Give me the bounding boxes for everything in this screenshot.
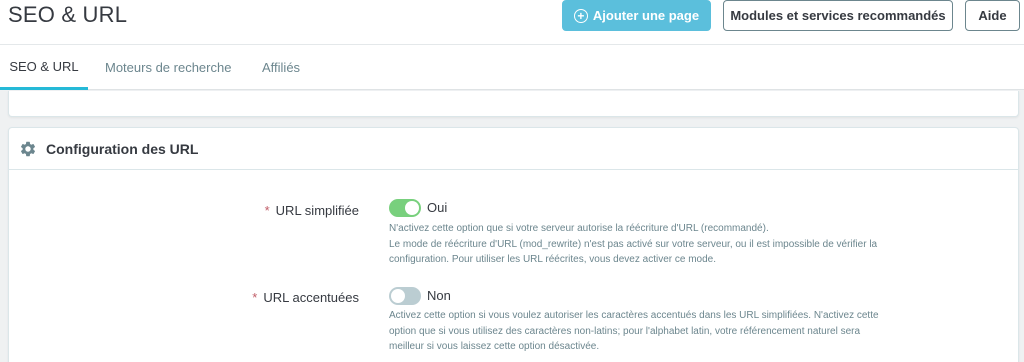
help-label: Aide bbox=[978, 8, 1007, 23]
help-line: configuration. Pour utiliser les URL réé… bbox=[389, 254, 716, 265]
previous-panel-bottom bbox=[8, 91, 1019, 117]
help-button[interactable]: Aide bbox=[965, 0, 1020, 31]
tab-affiliates[interactable]: Affiliés bbox=[262, 45, 300, 90]
help-line: option que si vous utilisez des caractèr… bbox=[389, 325, 861, 337]
friendly-url-help: N'activez cette option que si votre serv… bbox=[389, 221, 919, 268]
panel-title: Configuration des URL bbox=[46, 140, 199, 157]
tab-affiliates-label: Affiliés bbox=[262, 60, 301, 75]
add-page-label: Ajouter une page bbox=[592, 8, 700, 23]
friendly-url-label-text: URL simplifiée bbox=[275, 203, 359, 218]
help-line: Le mode de réécriture d'URL (mod_rewrite… bbox=[389, 238, 878, 250]
tab-seo-url-label: SEO & URL bbox=[9, 58, 79, 74]
tab-search-engines-label: Moteurs de recherche bbox=[105, 60, 232, 75]
friendly-url-toggle-label: Oui bbox=[427, 200, 448, 215]
page-title: SEO & URL bbox=[8, 2, 128, 27]
tab-search-engines[interactable]: Moteurs de recherche bbox=[105, 45, 231, 90]
tab-bar: SEO & URL Moteurs de recherche Affiliés bbox=[0, 44, 1024, 90]
required-marker: * bbox=[252, 290, 258, 305]
help-line: Activez cette option si vous voulez auto… bbox=[389, 310, 879, 321]
toggle-knob bbox=[405, 201, 419, 215]
accented-url-label-text: URL accentuées bbox=[263, 290, 359, 305]
accented-url-toggle-label: Non bbox=[427, 288, 451, 303]
tab-seo-url[interactable]: SEO & URL bbox=[0, 45, 88, 90]
friendly-url-label: * URL simplifiée bbox=[209, 203, 359, 218]
accented-url-label: * URL accentuées bbox=[209, 290, 359, 305]
recommended-modules-button[interactable]: Modules et services recommandés bbox=[723, 0, 953, 31]
accented-url-help: Activez cette option si vous voulez auto… bbox=[389, 308, 919, 355]
toggle-knob bbox=[391, 289, 405, 303]
help-line: N'activez cette option que si votre serv… bbox=[389, 223, 769, 234]
add-page-button[interactable]: + Ajouter une page bbox=[562, 0, 711, 31]
recommended-modules-label: Modules et services recommandés bbox=[730, 8, 946, 23]
gear-icon bbox=[20, 141, 36, 156]
accented-url-toggle[interactable] bbox=[389, 287, 421, 305]
plus-circle-icon: + bbox=[573, 8, 588, 23]
help-line: meilleur si vous laissez cette option dé… bbox=[389, 341, 600, 352]
required-marker: * bbox=[264, 203, 270, 218]
url-configuration-panel: Configuration des URL * URL simplifiée Ou… bbox=[8, 127, 1019, 362]
panel-heading: Configuration des URL bbox=[9, 128, 1018, 170]
page-header: SEO & URL + Ajouter une page Modules et … bbox=[0, 0, 1024, 44]
friendly-url-toggle[interactable] bbox=[389, 199, 421, 217]
